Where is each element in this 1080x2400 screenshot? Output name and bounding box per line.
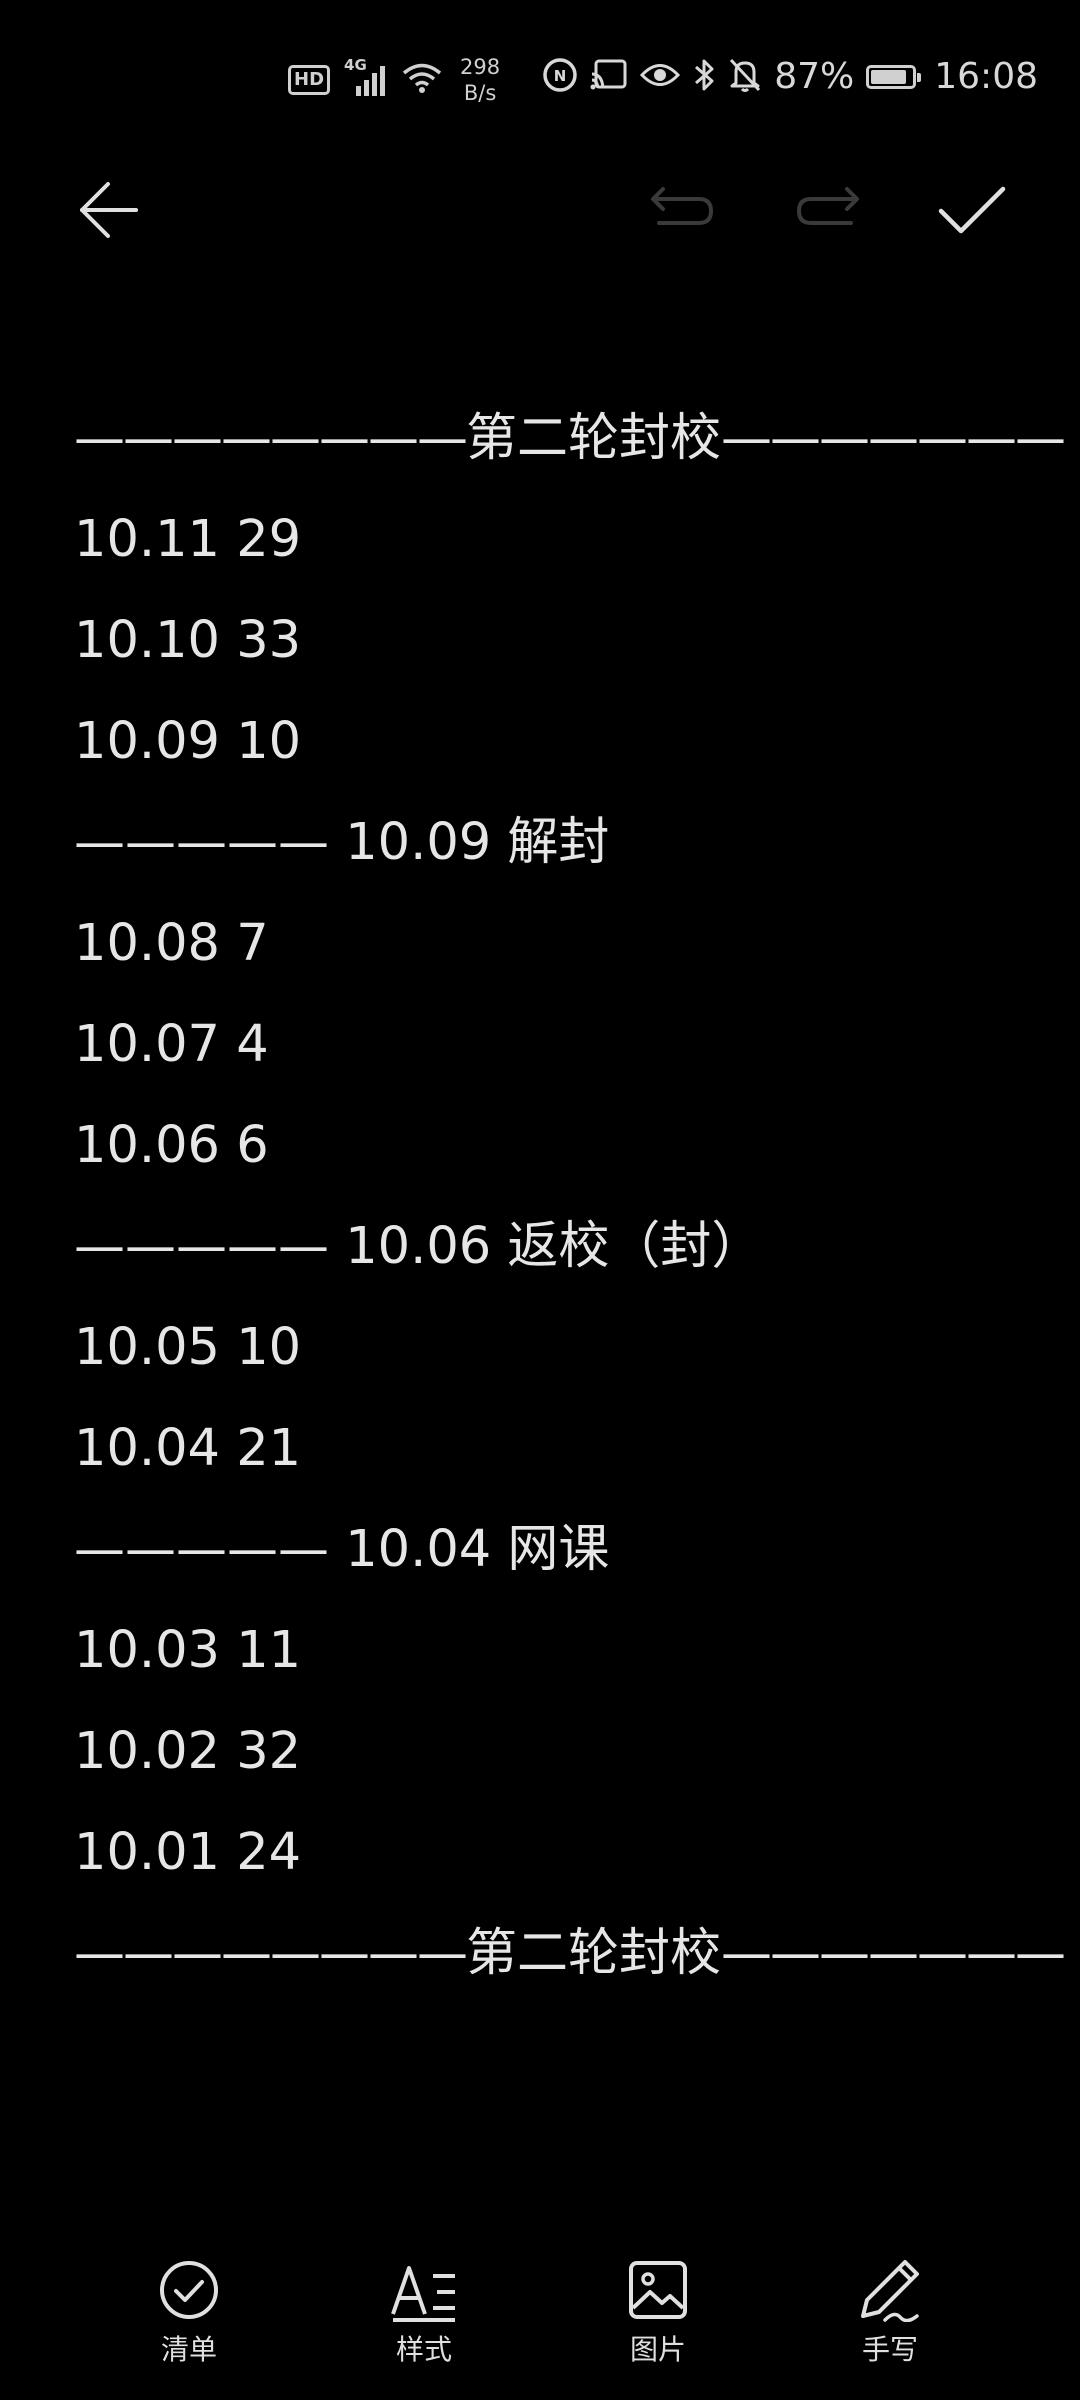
cast-icon [590,58,628,96]
divider-title: 第二轮封校 [466,409,722,468]
back-arrow-icon [80,182,138,238]
note-line[interactable]: 10.01 24 [74,1802,1014,1903]
note-line[interactable]: 10.02 32 [74,1701,1014,1802]
eye-comfort-icon [640,60,681,94]
note-line[interactable]: 10.07 4 [74,994,1014,1095]
insert-image-label: 图片 [629,2333,686,2366]
undo-button[interactable] [632,160,732,260]
status-bar-left: HD 4G 298 B/s [288,54,500,106]
divider-dashes-right: ——————— [721,409,1066,468]
handwriting-button[interactable]: 手写 [820,2258,960,2368]
image-icon [629,2261,687,2319]
network-speed: 298 B/s [460,54,500,106]
done-button[interactable] [922,160,1022,260]
bluetooth-icon [692,57,716,97]
handwriting-pen-icon [861,2260,919,2322]
checkmark-icon [938,186,1006,234]
wifi-icon [402,62,442,98]
nfc-icon: N [542,57,578,97]
note-line[interactable]: 10.08 7 [74,893,1014,994]
note-line[interactable]: ————— 10.06 返校（封） [74,1196,1014,1297]
battery-fill [871,69,906,84]
battery-icon [866,64,922,89]
bottom-action-bar: 清单 样式 图片 手写 [0,2240,1080,2400]
note-line[interactable]: 10.11 29 [74,489,1014,590]
checklist-button[interactable]: 清单 [119,2258,259,2368]
status-bar: HD 4G 298 B/s N 87% 16:08 [0,0,1080,160]
insert-image-button[interactable]: 图片 [588,2258,728,2368]
signal-4g-icon: 4G [344,56,388,98]
hd-icon: HD [288,65,331,95]
note-line[interactable]: 10.04 21 [74,1398,1014,1499]
note-divider-bottom[interactable]: ———————— 第二轮封校 ——————— [74,1903,1066,2004]
undo-icon [651,187,714,225]
redo-icon [796,187,859,225]
network-speed-unit: B/s [463,81,497,105]
mute-icon [728,57,762,97]
note-editor[interactable]: ———————— 第二轮封校 ——————— 10.11 29 10.10 33… [74,388,1066,2004]
note-line[interactable]: 10.05 10 [74,1297,1014,1398]
checklist-label: 清单 [160,2333,217,2366]
handwriting-label: 手写 [861,2333,918,2366]
text-style-button[interactable]: 样式 [354,2258,494,2368]
text-style-label: 样式 [395,2333,452,2366]
back-button[interactable] [58,160,158,260]
battery-percent: 87% [774,56,855,97]
note-line[interactable]: 10.09 10 [74,691,1014,792]
clock: 16:08 [934,56,1038,97]
divider-dashes-right: ——————— [721,1924,1066,1983]
editor-toolbar [0,160,1080,290]
note-line[interactable]: ————— 10.09 解封 [74,792,1014,893]
redo-button[interactable] [778,160,878,260]
divider-dashes-left: ———————— [74,409,468,468]
svg-text:N: N [554,67,567,85]
status-bar-right: N 87% 16:08 [542,56,1038,97]
checklist-icon [160,2261,218,2319]
text-style-icon [391,2266,455,2322]
note-divider-top[interactable]: ———————— 第二轮封校 ——————— [74,388,1066,489]
network-speed-value: 298 [460,55,501,79]
note-line[interactable]: 10.03 11 [74,1600,1014,1701]
divider-title: 第二轮封校 [466,1924,722,1983]
divider-dashes-left: ———————— [74,1924,468,1983]
note-line[interactable]: ————— 10.04 网课 [74,1499,1014,1600]
note-line[interactable]: 10.10 33 [74,590,1014,691]
note-line[interactable]: 10.06 6 [74,1095,1014,1196]
